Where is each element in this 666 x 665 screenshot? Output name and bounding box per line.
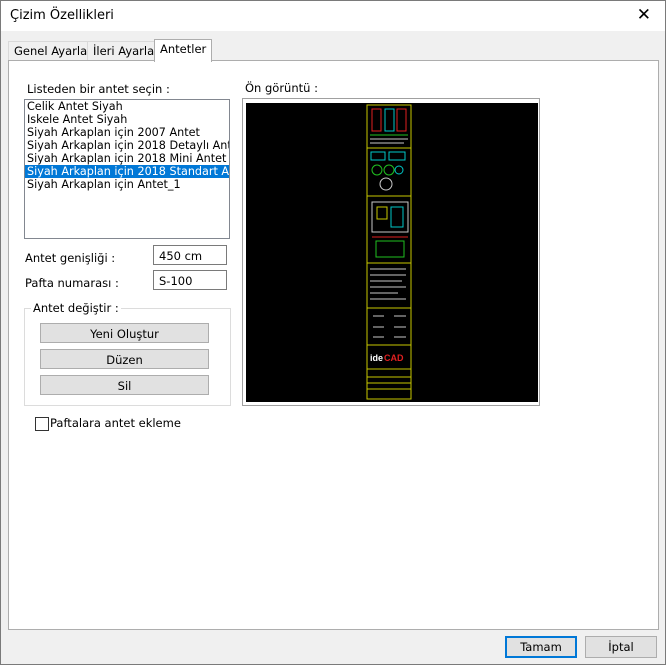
width-field[interactable]: 450 cm [153, 245, 227, 265]
detail-drawing-3 [371, 201, 409, 258]
logo-text-a: ide [370, 353, 383, 363]
delete-button[interactable]: Sil [40, 375, 209, 395]
edit-button[interactable]: Düzen [40, 349, 209, 369]
close-icon[interactable]: ✕ [637, 5, 651, 25]
idecad-logo: ide CAD [370, 353, 404, 363]
detail-drawing-2 [370, 151, 406, 191]
text-lines [370, 268, 406, 338]
window-title: Çizim Özellikleri [10, 8, 114, 23]
dialog-window: Çizim Özellikleri ✕ Genel Ayarlar İleri … [0, 0, 666, 665]
detail-drawing-1 [370, 108, 408, 144]
antet-listbox[interactable]: Celik Antet Siyah Iskele Antet Siyah Siy… [24, 99, 230, 239]
no-antet-label[interactable]: Paftalara antet ekleme [50, 416, 181, 430]
title-bar: Çizim Özellikleri ✕ [1, 1, 665, 31]
antet-list-label: Listeden bir antet seçin : [27, 82, 170, 96]
antetler-panel: Listeden bir antet seçin : Celik Antet S… [8, 60, 659, 630]
list-item[interactable]: Siyah Arkaplan için 2018 Detaylı Antet [25, 139, 229, 152]
list-item[interactable]: Iskele Antet Siyah [25, 113, 229, 126]
preview-canvas: ide CAD [246, 103, 538, 402]
tab-antetler[interactable]: Antetler [154, 39, 213, 62]
list-item-selected[interactable]: Siyah Arkaplan için 2018 Standart Antet [25, 165, 229, 178]
preview-label: Ön görüntü : [245, 81, 318, 95]
change-antet-group: Antet değiştir : Yeni Oluştur Düzen Sil [24, 301, 231, 406]
new-button[interactable]: Yeni Oluştur [40, 323, 209, 343]
no-antet-checkbox[interactable] [35, 417, 49, 431]
cancel-button[interactable]: İptal [585, 636, 657, 658]
tab-genel-ayarlar[interactable]: Genel Ayarlar [8, 41, 98, 61]
preview-box: ide CAD [242, 98, 540, 406]
logo-text-b: CAD [384, 353, 404, 363]
list-item[interactable]: Siyah Arkaplan için 2007 Antet [25, 126, 229, 139]
list-item[interactable]: Siyah Arkaplan için 2018 Mini Antet [25, 152, 229, 165]
ok-button[interactable]: Tamam [505, 636, 577, 658]
sheet-number-field[interactable]: S-100 [153, 270, 227, 290]
width-label: Antet genişliği : [25, 251, 116, 265]
list-item[interactable]: Celik Antet Siyah [25, 100, 229, 113]
group-title: Antet değiştir : [31, 301, 121, 315]
list-item[interactable]: Siyah Arkaplan için Antet_1 [25, 178, 229, 191]
title-block-preview: ide CAD [366, 104, 412, 400]
sheet-number-label: Pafta numarası : [25, 276, 119, 290]
